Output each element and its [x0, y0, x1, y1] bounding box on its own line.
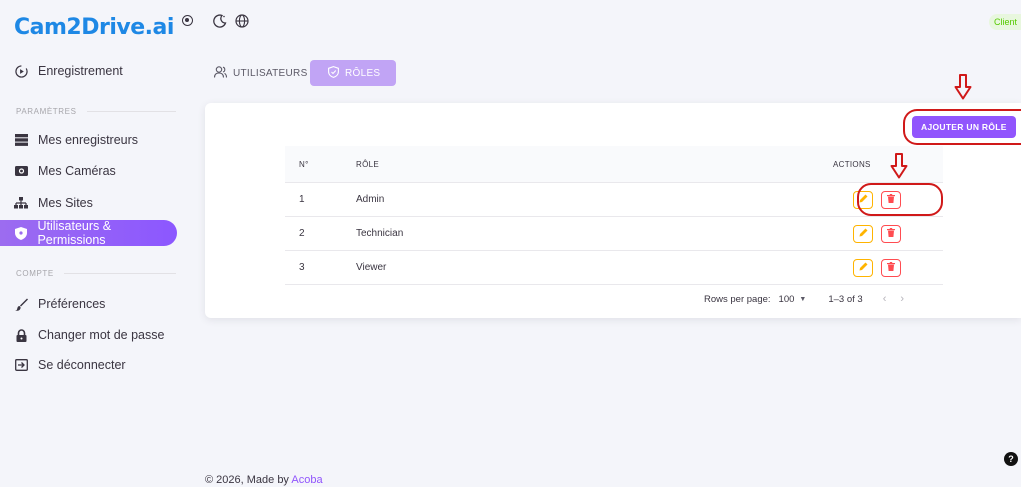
cell-actions — [833, 258, 943, 277]
sidebar-item-cameras[interactable]: Mes Caméras — [0, 158, 178, 184]
annotation-arrow-down-icon — [954, 74, 972, 100]
sidebar-item-label: Mes Sites — [38, 196, 93, 210]
sitemap-icon — [14, 196, 28, 210]
cell-role: Technician — [356, 228, 404, 239]
help-question-icon[interactable]: ? — [1004, 452, 1018, 466]
sidebar-item-users-permissions[interactable]: Utilisateurs & Permissions — [0, 219, 177, 247]
sidebar-item-label: Se déconnecter — [38, 358, 126, 372]
trash-icon — [887, 261, 895, 274]
annotation-arrow-down-icon — [890, 153, 908, 179]
table-row: 2 Technician — [285, 216, 943, 250]
edit-role-button[interactable] — [853, 258, 873, 277]
chevron-right-icon[interactable]: › — [900, 293, 904, 305]
rows-per-page-value: 100 — [778, 293, 795, 305]
footer-brand-link[interactable]: Acoba — [291, 474, 322, 486]
chevron-left-icon[interactable]: ‹ — [883, 293, 887, 305]
table-row: 1 Admin — [285, 182, 943, 216]
caret-down-icon: ▼ — [799, 295, 807, 303]
table-pagination: Rows per page: 100 ▼ 1–3 of 3 ‹ › — [704, 293, 904, 305]
rows-per-page-label: Rows per page: — [704, 293, 771, 305]
sidebar-pin-icon[interactable] — [181, 14, 193, 26]
theme-toggle-icon[interactable] — [213, 14, 227, 31]
logout-icon — [14, 358, 28, 372]
sidebar-item-label: Enregistrement — [38, 64, 123, 78]
tab-label: UTILISATEURS — [233, 67, 308, 79]
sidebar-item-preferences[interactable]: Préférences — [0, 291, 178, 317]
brand-name: Cam2Drive.ai — [14, 14, 174, 40]
pagination-range: 1–3 of 3 — [828, 293, 863, 305]
table-header: N° RÔLE ACTIONS — [285, 146, 943, 182]
server-icon — [14, 133, 28, 147]
pencil-icon — [859, 262, 868, 274]
sidebar-item-recorders[interactable]: Mes enregistreurs — [0, 127, 178, 153]
users-icon — [213, 65, 228, 81]
sidebar-item-label: Utilisateurs & Permissions — [37, 219, 112, 247]
section-header-account: COMPTE — [16, 269, 176, 278]
rows-per-page-select[interactable]: 100 ▼ — [779, 294, 807, 305]
cell-role: Viewer — [356, 262, 387, 273]
camera-icon — [14, 164, 28, 178]
delete-role-button[interactable] — [881, 258, 901, 277]
footer: © 2026, Made by Acoba — [205, 474, 323, 486]
cell-number: 3 — [299, 262, 305, 273]
sidebar-item-label: Mes enregistreurs — [38, 133, 139, 147]
sidebar: Cam2Drive.ai Enregistrement PARAMÈTRES M… — [0, 0, 193, 487]
sidebar-item-label: Préférences — [38, 297, 106, 311]
tab-users[interactable]: UTILISATEURS — [206, 60, 320, 86]
sidebar-item-sites[interactable]: Mes Sites — [0, 190, 178, 216]
roles-table: N° RÔLE ACTIONS 1 Admin 2 Technician 3 V… — [285, 146, 943, 285]
header-number: N° — [299, 159, 309, 169]
play-circle-icon — [14, 64, 28, 78]
table-bottom-divider — [285, 284, 943, 285]
sidebar-item-change-password[interactable]: Changer mot de passe — [0, 322, 178, 348]
delete-role-button[interactable] — [881, 224, 901, 243]
brand-logo[interactable]: Cam2Drive.ai — [14, 6, 193, 48]
shield-icon — [14, 226, 27, 240]
sidebar-item-label: Mes Caméras — [38, 164, 116, 178]
cell-number: 1 — [299, 194, 305, 205]
cell-number: 2 — [299, 228, 305, 239]
table-row: 3 Viewer — [285, 250, 943, 284]
section-header-params: PARAMÈTRES — [16, 107, 176, 116]
sidebar-item-logout[interactable]: Se déconnecter — [0, 352, 178, 378]
edit-role-button[interactable] — [853, 224, 873, 243]
language-globe-icon[interactable] — [235, 14, 249, 31]
client-role-chip: Client — [988, 14, 1021, 30]
pencil-icon — [859, 228, 868, 240]
header-actions: ACTIONS — [833, 159, 871, 169]
annotation-highlight-row-actions — [857, 183, 943, 216]
footer-copyright: © 2026, Made by — [205, 474, 292, 486]
sidebar-item-recording[interactable]: Enregistrement — [0, 58, 178, 84]
sidebar-item-label: Changer mot de passe — [38, 328, 165, 342]
shield-check-icon — [328, 65, 339, 81]
lock-icon — [14, 328, 28, 342]
annotation-highlight-add-button — [903, 109, 1021, 145]
header-role: RÔLE — [356, 159, 379, 169]
tab-label: RÔLES — [345, 67, 381, 79]
brush-icon — [14, 297, 28, 311]
cell-role: Admin — [356, 194, 385, 205]
cell-actions — [833, 224, 943, 243]
tab-roles[interactable]: RÔLES — [310, 60, 397, 86]
trash-icon — [887, 227, 895, 240]
